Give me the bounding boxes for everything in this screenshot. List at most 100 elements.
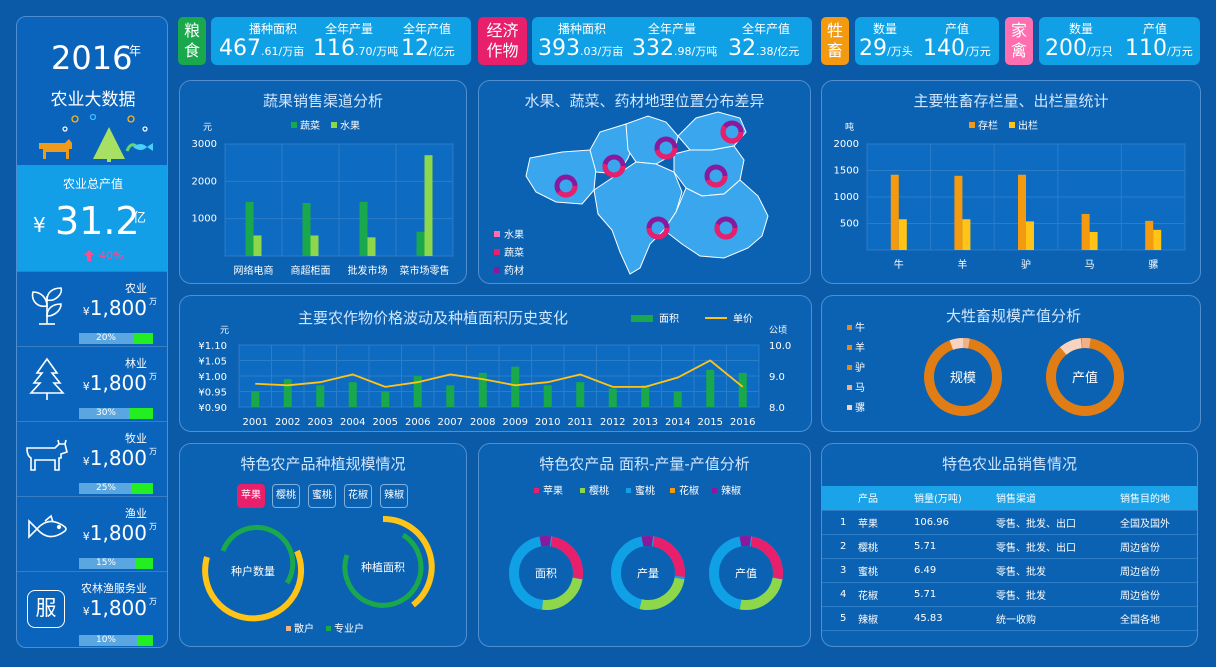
x-tick-label: 2001 (243, 417, 268, 428)
x-tick-label: 2004 (340, 417, 365, 428)
value-donut[interactable]: 产值 (709, 536, 783, 610)
page-subtitle: 农业大数据 (50, 90, 136, 110)
total-output-card: 农业总产值 ¥ 31.2 亿 40% (17, 165, 167, 271)
donut-label: 种植面积 (361, 560, 405, 574)
legend-swatch (286, 626, 291, 631)
bar-蔬菜[interactable] (245, 201, 254, 256)
legend-label: 牛 (855, 321, 865, 334)
table-row[interactable]: 3 蜜桃 6.49 零售、批发 周边省份 (822, 558, 1197, 583)
bar-水果[interactable] (310, 235, 319, 256)
right-tick-label: 9.0 (769, 372, 785, 383)
x-tick-label: 2014 (665, 417, 690, 428)
x-tick-label: 2015 (698, 417, 723, 428)
bar-存栏[interactable] (1081, 213, 1090, 250)
bar-蔬菜[interactable] (416, 231, 425, 256)
share-bar-fill (132, 333, 153, 344)
legend-swatch (331, 122, 337, 128)
table-row[interactable]: 4 花椒 5.71 零售、批发 周边省份 (822, 582, 1197, 607)
bar-水果[interactable] (367, 237, 376, 256)
legend-swatch (494, 249, 500, 255)
bar-水果[interactable] (253, 235, 262, 256)
output-donut[interactable]: 产量 (611, 536, 685, 610)
legend-swatch (1009, 122, 1015, 128)
legend-swatch (494, 267, 500, 273)
area-bar[interactable] (738, 372, 747, 407)
stat-value: 12/亿元 (401, 36, 455, 61)
sector-value: ¥1,800 (82, 596, 147, 620)
area-donut[interactable]: 面积 (509, 536, 583, 610)
stat-value: 32.38/亿元 (728, 36, 800, 61)
scale-donut[interactable]: 规模 (919, 333, 1006, 420)
legend-label: 存栏 (978, 119, 998, 132)
bar-出栏[interactable] (1089, 231, 1098, 250)
fish-icon (28, 514, 67, 539)
legend-label: 蔬菜 (504, 247, 524, 259)
stat-value: 393.03/万亩 (538, 36, 624, 61)
sector-unit: 万 (149, 522, 157, 531)
column-header[interactable]: 销售渠道 (996, 486, 1120, 511)
bar-存栏[interactable] (1018, 174, 1026, 250)
bar-蔬菜[interactable] (359, 201, 368, 256)
x-tick-label: 驴 (1021, 258, 1031, 271)
x-tick-label: 2002 (275, 417, 300, 428)
year: 2016 (51, 39, 133, 77)
cow-icon (26, 439, 68, 471)
area-bar[interactable] (511, 366, 520, 407)
legend-label: 辣椒 (721, 484, 741, 497)
sector-unit: 万 (149, 447, 157, 456)
area-bar[interactable] (316, 385, 325, 407)
service-icon: 服 (27, 590, 65, 628)
area-bar[interactable] (608, 388, 617, 407)
bar-存栏[interactable] (1145, 220, 1154, 250)
table-row[interactable]: 5 辣椒 45.83 统一收购 全国各地 (822, 606, 1197, 631)
area-bar[interactable] (543, 385, 552, 407)
legend-swatch (969, 122, 975, 128)
table-cell: 周边省份 (1120, 534, 1197, 559)
column-header[interactable]: 销量(万吨) (914, 486, 996, 511)
value-donut[interactable]: 产值 (1037, 329, 1133, 425)
table-cell: 106.96 (914, 510, 996, 535)
map-region[interactable] (593, 161, 683, 275)
area-bar[interactable] (446, 385, 455, 407)
left-axis-label: 元 (220, 326, 229, 336)
legend-label: 水果 (504, 229, 524, 241)
area-bar[interactable] (641, 385, 650, 407)
legend-swatch (494, 231, 500, 237)
table-row[interactable]: 2 樱桃 5.71 零售、批发、出口 周边省份 (822, 534, 1197, 559)
sector-value: ¥1,800 (82, 521, 147, 545)
area-bar[interactable] (381, 391, 390, 408)
bar-出栏[interactable] (1026, 221, 1034, 250)
legend-label: 羊 (855, 341, 865, 354)
bar-水果[interactable] (424, 155, 433, 256)
area-bar[interactable] (251, 391, 260, 408)
bar-存栏[interactable] (890, 174, 899, 250)
table-cell: 2 (822, 534, 858, 559)
legend-label: 蔬菜 (300, 120, 320, 132)
households-donut[interactable]: 种户数量 (202, 524, 305, 622)
stat-label: 全年产值 (742, 22, 791, 36)
area-bar[interactable] (706, 369, 715, 407)
x-tick-label: 骡 (1148, 259, 1158, 271)
area-bar[interactable] (673, 391, 682, 408)
bar-出栏[interactable] (962, 219, 971, 250)
stat-label: 播种面积 (249, 22, 298, 36)
column-header[interactable]: 销售目的地 (1120, 486, 1197, 511)
bar-出栏[interactable] (898, 219, 907, 250)
stat-label: 产值 (1143, 22, 1168, 36)
table-row[interactable]: 1 苹果 106.96 零售、批发、出口 全国及国外 (822, 510, 1197, 535)
bar-出栏[interactable] (1153, 229, 1162, 250)
map-region[interactable] (677, 111, 747, 151)
sales-table-wrapper: 产品 销量(万吨) 销售渠道 销售目的地 1 苹果 106.96 零售、批发、出口 全国… (822, 486, 1197, 631)
bar-蔬菜[interactable] (302, 202, 311, 256)
table-cell: 1 (822, 510, 858, 535)
area-bar[interactable] (283, 379, 292, 407)
column-header[interactable]: 产品 (858, 486, 914, 511)
area-bar[interactable] (348, 382, 357, 407)
bar-存栏[interactable] (954, 175, 963, 250)
area-bar[interactable] (576, 382, 585, 407)
left-tick-label: ¥0.90 (198, 403, 227, 414)
planting-area-donut[interactable]: 种植面积 (342, 515, 435, 608)
table-cell: 周边省份 (1120, 558, 1197, 583)
stat-value: 332.98/万吨 (632, 36, 718, 61)
sector-share-bar: 10% (79, 635, 153, 646)
